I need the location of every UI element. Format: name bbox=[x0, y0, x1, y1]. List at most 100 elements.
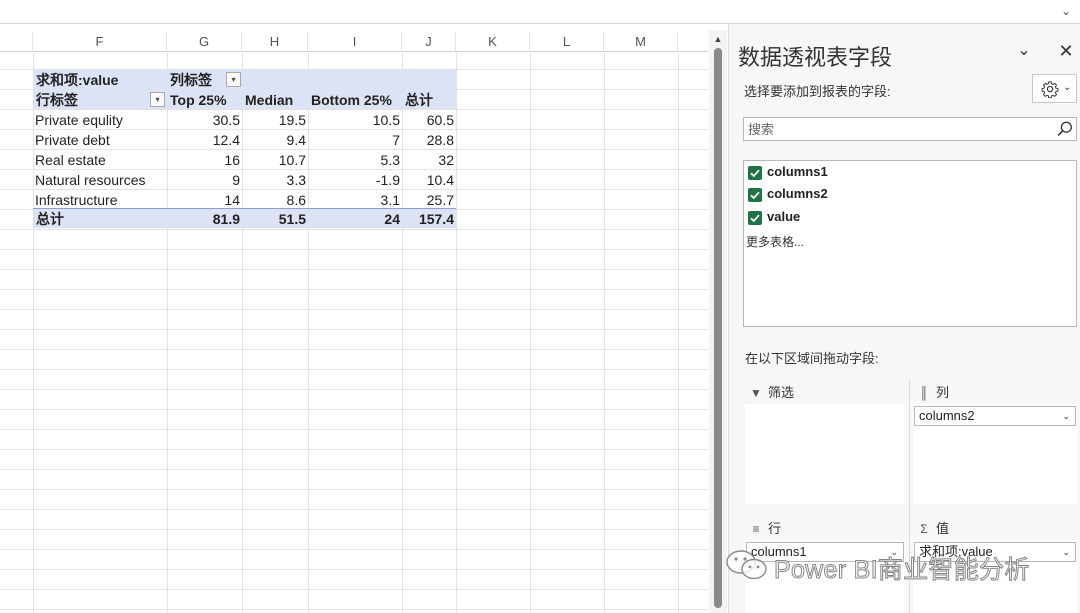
field-label: columns1 bbox=[767, 164, 828, 179]
scroll-up-arrow-icon[interactable]: ▲ bbox=[713, 34, 723, 44]
chip-dropdown-icon[interactable]: ⌄ bbox=[1062, 407, 1070, 425]
wechat-icon bbox=[726, 550, 767, 580]
row-label[interactable]: Real estate bbox=[35, 150, 165, 170]
gridline-horizontal bbox=[0, 349, 708, 350]
gear-icon bbox=[1041, 81, 1059, 98]
grand-total-cell[interactable]: 51.5 bbox=[242, 209, 308, 229]
field-label: value bbox=[767, 209, 801, 224]
sigma-icon: Σ bbox=[920, 522, 928, 536]
tools-button[interactable]: ⌄ bbox=[1032, 74, 1077, 103]
rows-area-title: 行 bbox=[768, 521, 782, 536]
row-label[interactable]: Private debt bbox=[35, 130, 165, 150]
pane-title: 数据透视表字段 bbox=[738, 45, 893, 70]
search-icon[interactable] bbox=[1056, 120, 1074, 138]
value-cell[interactable]: 60.5 bbox=[402, 110, 456, 130]
column-filter-dropdown-icon[interactable]: ▾ bbox=[226, 72, 241, 87]
gridline-horizontal bbox=[0, 309, 708, 310]
checkbox-checked-icon[interactable] bbox=[748, 188, 762, 202]
field-list: columns1 columns2 value 更多表格... bbox=[743, 160, 1077, 327]
value-cell[interactable]: 16 bbox=[167, 150, 242, 170]
chip-dropdown-icon[interactable]: ⌄ bbox=[1062, 543, 1070, 561]
checkbox-checked-icon[interactable] bbox=[748, 166, 762, 180]
grand-total-label[interactable]: 总计 bbox=[36, 209, 166, 229]
value-cell[interactable]: 10.5 bbox=[308, 110, 402, 130]
value-cell[interactable]: 12.4 bbox=[167, 130, 242, 150]
column-header-m[interactable]: M bbox=[604, 32, 678, 52]
value-cell[interactable]: 7 bbox=[308, 130, 402, 150]
vertical-scrollbar[interactable]: ▲ bbox=[709, 30, 727, 613]
column-header-k[interactable]: K bbox=[456, 32, 530, 52]
filter-area-title: 筛选 bbox=[768, 385, 795, 400]
field-label: columns2 bbox=[767, 186, 828, 201]
value-cell[interactable]: 19.5 bbox=[242, 110, 308, 130]
gridline-horizontal bbox=[0, 269, 708, 270]
field-search-input[interactable] bbox=[748, 120, 1048, 138]
value-cell[interactable]: 8.6 bbox=[242, 190, 308, 210]
excel-window: ⌄ F G H I J K L M 求和项:value 列标签 ▾ 行标签 ▾ … bbox=[0, 0, 1080, 613]
column-header-i[interactable]: I bbox=[308, 32, 402, 52]
column-header-f[interactable]: F bbox=[33, 32, 167, 52]
col-header-top25[interactable]: Top 25% bbox=[170, 90, 242, 110]
close-icon[interactable]: ✕ bbox=[1055, 40, 1077, 62]
gridline-horizontal bbox=[0, 589, 708, 590]
value-cell[interactable]: 9 bbox=[167, 170, 242, 190]
pivot-row-label[interactable]: 行标签 bbox=[36, 90, 146, 110]
value-cell[interactable]: 3.1 bbox=[308, 190, 402, 210]
value-cell[interactable]: 25.7 bbox=[402, 190, 456, 210]
field-search-box[interactable] bbox=[743, 117, 1077, 141]
column-header-j[interactable]: J bbox=[402, 32, 456, 52]
value-cell[interactable]: 9.4 bbox=[242, 130, 308, 150]
column-header-blank bbox=[0, 32, 33, 52]
cell-grid[interactable]: 求和项:value 列标签 ▾ 行标签 ▾ Top 25% Median Bot… bbox=[0, 53, 708, 613]
pivot-value-header[interactable]: 求和项:value bbox=[36, 70, 166, 90]
grand-total-cell[interactable]: 157.4 bbox=[402, 209, 456, 229]
gridline-horizontal bbox=[0, 409, 708, 410]
column-header-g[interactable]: G bbox=[167, 32, 242, 52]
pivot-field-list-pane: 数据透视表字段 ⌄ ✕ 选择要添加到报表的字段: ⌄ columns1 bbox=[728, 24, 1080, 613]
gridline-horizontal bbox=[0, 429, 708, 430]
gridline-horizontal bbox=[0, 329, 708, 330]
value-cell[interactable]: 10.4 bbox=[402, 170, 456, 190]
col-header-median[interactable]: Median bbox=[245, 90, 307, 110]
row-label[interactable]: Infrastructure bbox=[35, 190, 165, 210]
columns-field-chip[interactable]: columns2 ⌄ bbox=[914, 406, 1076, 426]
value-cell[interactable]: 10.7 bbox=[242, 150, 308, 170]
pivot-column-label[interactable]: 列标签 bbox=[170, 70, 230, 90]
value-cell[interactable]: 32 bbox=[402, 150, 456, 170]
checkbox-checked-icon[interactable] bbox=[748, 211, 762, 225]
column-header-h[interactable]: H bbox=[242, 32, 308, 52]
worksheet[interactable]: F G H I J K L M 求和项:value 列标签 ▾ 行标签 ▾ To… bbox=[0, 24, 708, 613]
filter-drop-zone[interactable] bbox=[745, 404, 905, 504]
watermark: Power BI商业智能分析 bbox=[724, 545, 1054, 585]
gridline-horizontal bbox=[0, 389, 708, 390]
row-label[interactable]: Private equlity bbox=[35, 110, 165, 130]
field-item-columns2[interactable]: columns2 bbox=[748, 185, 1068, 205]
value-cell[interactable]: 3.3 bbox=[242, 170, 308, 190]
field-item-value[interactable]: value bbox=[748, 208, 1068, 228]
caret-down-icon: ⌄ bbox=[1063, 82, 1072, 93]
value-cell[interactable]: 5.3 bbox=[308, 150, 402, 170]
value-cell[interactable]: 28.8 bbox=[402, 130, 456, 150]
chevron-down-icon[interactable]: ⌄ bbox=[1013, 40, 1035, 62]
field-item-columns1[interactable]: columns1 bbox=[748, 163, 1068, 183]
formula-bar: ⌄ bbox=[0, 0, 1080, 24]
col-header-bottom25[interactable]: Bottom 25% bbox=[311, 90, 401, 110]
drag-fields-label: 在以下区域间拖动字段: bbox=[745, 351, 879, 366]
value-cell[interactable]: 14 bbox=[167, 190, 242, 210]
gridline-horizontal bbox=[0, 609, 708, 610]
more-tables-link[interactable]: 更多表格... bbox=[746, 233, 804, 250]
grand-total-cell[interactable]: 24 bbox=[308, 209, 402, 229]
gridline-horizontal bbox=[0, 509, 708, 510]
pane-subtitle: 选择要添加到报表的字段: bbox=[744, 84, 891, 99]
col-header-grand-total[interactable]: 总计 bbox=[405, 90, 455, 110]
row-filter-dropdown-icon[interactable]: ▾ bbox=[150, 92, 165, 107]
value-cell[interactable]: -1.9 bbox=[308, 170, 402, 190]
formula-bar-expand-icon[interactable]: ⌄ bbox=[1058, 3, 1074, 19]
column-header-l[interactable]: L bbox=[530, 32, 604, 52]
gridline-horizontal bbox=[0, 249, 708, 250]
gridline-horizontal bbox=[0, 489, 708, 490]
grand-total-cell[interactable]: 81.9 bbox=[167, 209, 242, 229]
row-label[interactable]: Natural resources bbox=[35, 170, 165, 190]
scrollbar-thumb[interactable] bbox=[714, 48, 722, 608]
value-cell[interactable]: 30.5 bbox=[167, 110, 242, 130]
